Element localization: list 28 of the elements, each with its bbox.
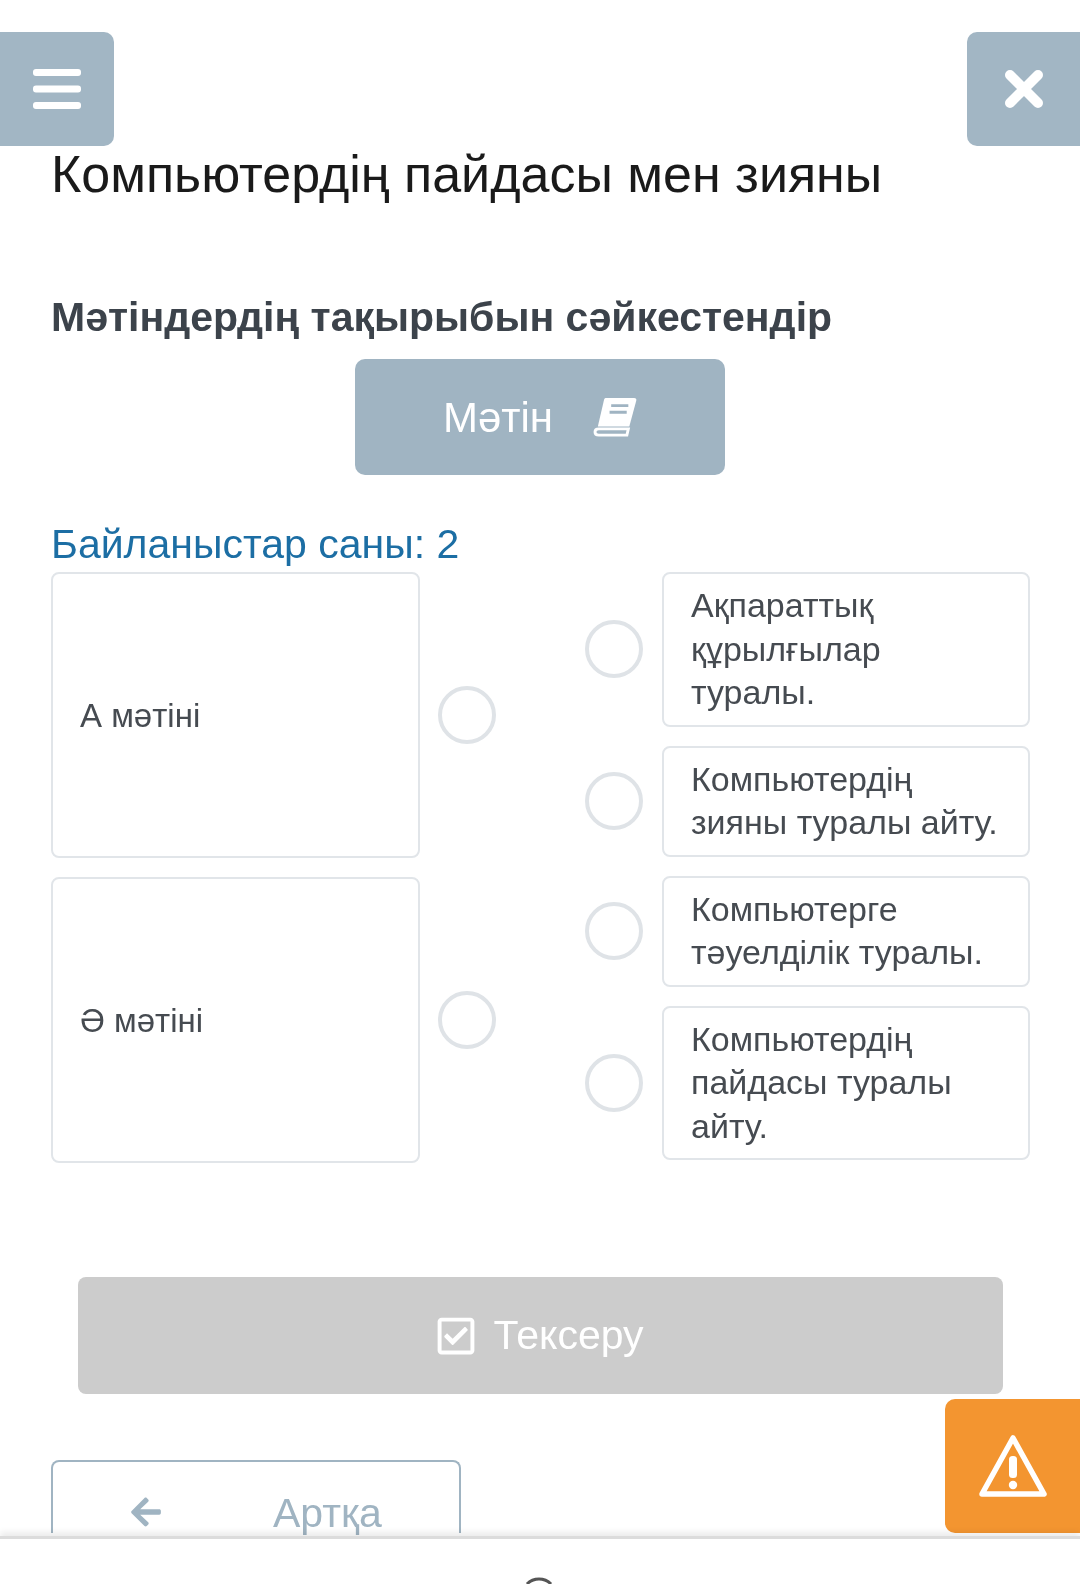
connection-point-icon[interactable] <box>585 902 643 960</box>
close-icon <box>1003 69 1044 109</box>
warning-icon <box>978 1435 1047 1497</box>
menu-button[interactable] <box>0 32 114 146</box>
text-card[interactable]: Ә мәтіні <box>51 877 420 1163</box>
close-button[interactable] <box>967 32 1080 146</box>
card-label: Ә мәтіні <box>80 1000 204 1041</box>
connection-point-icon[interactable] <box>438 686 496 744</box>
connection-point-icon[interactable] <box>438 991 496 1049</box>
report-button[interactable] <box>945 1399 1080 1533</box>
card-label: А мәтіні <box>80 695 201 736</box>
connections-count: Байланыстар саны: 2 <box>51 521 460 567</box>
connection-point-icon[interactable] <box>585 772 643 830</box>
topic-card[interactable]: Ақпараттық құрылғылар туралы. <box>662 572 1030 727</box>
topic-label: Компьютердің пайдасы туралы айту. <box>691 1018 953 1147</box>
topic-card[interactable]: Компьютердің зияны туралы айту. <box>662 745 1030 857</box>
text-card[interactable]: А мәтіні <box>51 572 420 858</box>
book-icon <box>593 397 638 437</box>
page-title: Компьютердің пайдасы мен зияны <box>51 146 883 202</box>
topic-card[interactable]: Компьютердің пайдасы туралы айту. <box>662 1005 1030 1160</box>
connection-point-icon[interactable] <box>585 620 643 679</box>
topic-label: Компьютердің зияны туралы айту. <box>691 758 999 843</box>
topic-card[interactable]: Компьютерге тәуелділік туралы. <box>662 875 1030 987</box>
topic-label: Компьютерге тәуелділік туралы. <box>691 888 984 973</box>
connection-point-icon[interactable] <box>585 1053 643 1112</box>
task-heading: Мәтіндердің тақырыбын сәйкестендір <box>51 294 833 340</box>
menu-icon <box>33 69 81 109</box>
topic-label: Ақпараттық құрылғылар туралы. <box>691 585 882 713</box>
